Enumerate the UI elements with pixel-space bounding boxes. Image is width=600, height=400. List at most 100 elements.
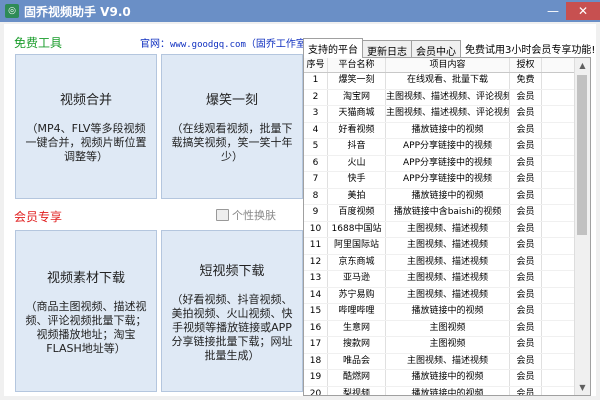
authorization: 会员: [510, 188, 542, 204]
project-content: 播放链接中的视频: [386, 188, 510, 204]
site-url[interactable]: www.goodgq.com: [170, 40, 246, 50]
row-index: 15: [304, 304, 328, 320]
platform-name: 搜款网: [328, 337, 386, 353]
tile-title: 视频素材下载: [46, 270, 125, 286]
project-content: APP分享链接中的视频: [386, 155, 510, 171]
platform-table: 序号 平台名称 项目内容 授权 1 爆笑一刻 在线观看、批量下载 免费 2 淘宝网 主图视频…: [303, 57, 591, 396]
scroll-thumb[interactable]: [577, 75, 587, 235]
table-row[interactable]: 17 搜款网 主图视频 会员: [304, 337, 575, 354]
column-header[interactable]: 平台名称: [328, 58, 386, 72]
project-content: APP分享链接中的视频: [386, 139, 510, 155]
platform-name: 哔哩哔哩: [328, 304, 386, 320]
authorization: 会员: [510, 155, 542, 171]
video-merge-tile[interactable]: 视频合并 （MP4、FLV等多段视频一键合并，视频片断位置调整等）: [15, 54, 157, 199]
authorization: 会员: [510, 320, 542, 336]
row-index: 20: [304, 386, 328, 395]
column-header[interactable]: 序号: [304, 58, 328, 72]
platform-name: 天猫商城: [328, 106, 386, 122]
table-row[interactable]: 2 淘宝网 主图视频、描述视频、评论视频 会员: [304, 89, 575, 106]
tile-title: 视频合并: [59, 93, 112, 108]
project-content: 在线观看、批量下载: [386, 73, 510, 89]
table-row[interactable]: 3 天猫商城 主图视频、描述视频、评论视频 会员: [304, 106, 575, 123]
authorization: 会员: [510, 304, 542, 320]
table-row[interactable]: 5 抖音 APP分享链接中的视频 会员: [304, 139, 575, 156]
authorization: 会员: [510, 370, 542, 386]
authorization: 会员: [510, 106, 542, 122]
tile-title: 爆笑一刻: [205, 93, 258, 108]
vertical-scrollbar[interactable]: ▲ ▼: [574, 58, 590, 395]
minimize-button[interactable]: —: [540, 2, 566, 20]
table-row[interactable]: 11 阿里国际站 主图视频、描述视频 会员: [304, 238, 575, 255]
table-row[interactable]: 6 火山 APP分享链接中的视频 会员: [304, 155, 575, 172]
row-index: 5: [304, 139, 328, 155]
authorization: 会员: [510, 386, 542, 395]
table-row[interactable]: 20 梨视频 播放链接中的视频 会员: [304, 386, 575, 395]
authorization: 会员: [510, 287, 542, 303]
table-row[interactable]: 15 哔哩哔哩 播放链接中的视频 会员: [304, 304, 575, 321]
table-row[interactable]: 4 好看视频 播放链接中的视频 会员: [304, 122, 575, 139]
row-index: 2: [304, 89, 328, 105]
material-download-tile[interactable]: 视频素材下载 （商品主图视频、描述视频、评论视频批量下载；视频播放地址；淘宝FL…: [15, 230, 157, 392]
row-index: 8: [304, 188, 328, 204]
tab-changelog[interactable]: 更新日志: [362, 40, 412, 58]
authorization: 会员: [510, 89, 542, 105]
scroll-down-icon[interactable]: ▼: [575, 380, 590, 395]
close-button[interactable]: ✕: [566, 2, 600, 20]
tile-description: （商品主图视频、描述视频、评论视频批量下载；视频播放地址；淘宝FLASH地址等）: [25, 299, 147, 355]
short-video-download-tile[interactable]: 短视频下载 （好看视频、抖音视频、美拍视频、火山视频、快手视频等播放链接或APP…: [161, 230, 303, 392]
tab-member-center[interactable]: 会员中心: [411, 40, 461, 58]
scroll-up-icon[interactable]: ▲: [575, 58, 590, 73]
platform-name: 美拍: [328, 188, 386, 204]
platform-name: 亚马逊: [328, 271, 386, 287]
project-content: APP分享链接中的视频: [386, 172, 510, 188]
table-row[interactable]: 16 生意网 主图视频 会员: [304, 320, 575, 337]
tab-platforms[interactable]: 支持的平台: [303, 38, 363, 58]
row-index: 10: [304, 221, 328, 237]
project-content: 播放链接中的视频: [386, 370, 510, 386]
platform-name: 抖音: [328, 139, 386, 155]
shirt-icon: [216, 209, 229, 221]
table-row[interactable]: 10 1688中国站 主图视频、描述视频 会员: [304, 221, 575, 238]
project-content: 播放链接中的视频: [386, 122, 510, 138]
table-row[interactable]: 14 苏宁易购 主图视频、描述视频 会员: [304, 287, 575, 304]
table-row[interactable]: 9 百度视频 播放链接中含baishi的视频 会员: [304, 205, 575, 222]
table-row[interactable]: 7 快手 APP分享链接中的视频 会员: [304, 172, 575, 189]
column-header[interactable]: 授权: [510, 58, 542, 72]
funny-moment-tile[interactable]: 爆笑一刻 （在线观看视频，批量下载搞笑视频，笑一笑十年少）: [161, 54, 303, 199]
platform-name: 淘宝网: [328, 89, 386, 105]
platform-name: 爆笑一刻: [328, 73, 386, 89]
table-row[interactable]: 18 唯品会 主图视频、描述视频 会员: [304, 353, 575, 370]
app-logo-icon: ◎: [5, 4, 19, 18]
row-index: 3: [304, 106, 328, 122]
project-content: 播放链接中含baishi的视频: [386, 205, 510, 221]
project-content: 播放链接中的视频: [386, 386, 510, 395]
official-site[interactable]: 官网：www.goodgq.com（固乔工作室）: [140, 35, 316, 50]
tile-description: （MP4、FLV等多段视频一键合并，视频片断位置调整等）: [25, 122, 147, 163]
table-row[interactable]: 8 美拍 播放链接中的视频 会员: [304, 188, 575, 205]
project-content: 主图视频、描述视频: [386, 353, 510, 369]
table-row[interactable]: 12 京东商城 主图视频、描述视频 会员: [304, 254, 575, 271]
table-row[interactable]: 1 爆笑一刻 在线观看、批量下载 免费: [304, 73, 575, 90]
authorization: 会员: [510, 122, 542, 138]
platform-name: 生意网: [328, 320, 386, 336]
platform-name: 快手: [328, 172, 386, 188]
row-index: 4: [304, 122, 328, 138]
title-bar: ◎ 固乔视频助手 V9.0 — ✕: [0, 0, 600, 22]
platform-name: 百度视频: [328, 205, 386, 221]
table-body: 1 爆笑一刻 在线观看、批量下载 免费 2 淘宝网 主图视频、描述视频、评论视频 会员 3 天猫商…: [304, 73, 575, 395]
platform-name: 苏宁易购: [328, 287, 386, 303]
table-row[interactable]: 13 亚马逊 主图视频、描述视频 会员: [304, 271, 575, 288]
skin-button[interactable]: 个性换肤: [216, 207, 276, 223]
platform-name: 火山: [328, 155, 386, 171]
platform-name: 唯品会: [328, 353, 386, 369]
row-index: 9: [304, 205, 328, 221]
column-header[interactable]: 项目内容: [386, 58, 510, 72]
authorization: 会员: [510, 271, 542, 287]
row-index: 14: [304, 287, 328, 303]
site-prefix: 官网：: [140, 39, 170, 50]
row-index: 13: [304, 271, 328, 287]
table-header: 序号 平台名称 项目内容 授权: [304, 58, 590, 73]
table-row[interactable]: 19 酷燃网 播放链接中的视频 会员: [304, 370, 575, 387]
project-content: 主图视频、描述视频、评论视频: [386, 89, 510, 105]
platform-name: 京东商城: [328, 254, 386, 270]
